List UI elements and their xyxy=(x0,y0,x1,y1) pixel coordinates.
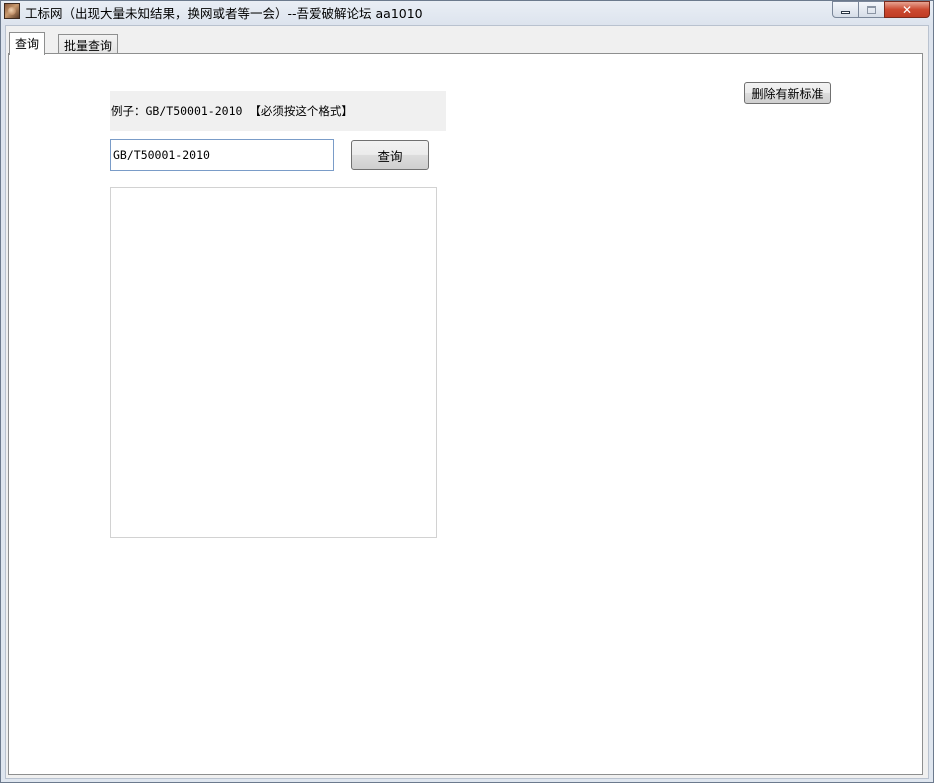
tab-query-label: 查询 xyxy=(15,37,40,51)
caption-buttons: ✕ xyxy=(832,1,930,18)
tab-batch-query-label: 批量查询 xyxy=(64,39,113,53)
maximize-icon xyxy=(867,5,876,14)
tab-batch-query[interactable]: 批量查询 xyxy=(58,34,119,54)
close-icon: ✕ xyxy=(901,2,913,17)
app-icon xyxy=(4,3,20,19)
maximize-button[interactable] xyxy=(858,1,885,18)
query-tab-page: 例子：GB/T50001-2010 【必须按这个格式】 查询 删除有新标准 xyxy=(8,53,923,775)
example-panel: 例子：GB/T50001-2010 【必须按这个格式】 xyxy=(110,91,446,131)
query-button[interactable]: 查询 xyxy=(351,140,429,170)
result-textarea[interactable] xyxy=(110,187,437,538)
title-bar[interactable]: 工标网（出现大量未知结果，换网或者等一会）--吾爱破解论坛 aa1010 ✕ xyxy=(1,1,933,25)
example-label: 例子：GB/T50001-2010 【必须按这个格式】 xyxy=(111,104,353,118)
client-area: 查询 批量查询 例子：GB/T50001-2010 【必须按这个格式】 查询 删… xyxy=(5,25,929,779)
minimize-button[interactable] xyxy=(832,1,859,18)
tab-query[interactable]: 查询 xyxy=(9,32,46,55)
delete-new-standard-button[interactable]: 删除有新标准 xyxy=(744,82,831,104)
app-window: 工标网（出现大量未知结果，换网或者等一会）--吾爱破解论坛 aa1010 ✕ 查… xyxy=(0,0,934,783)
close-button[interactable]: ✕ xyxy=(884,1,930,18)
window-title: 工标网（出现大量未知结果，换网或者等一会）--吾爱破解论坛 aa1010 xyxy=(25,6,423,21)
minimize-icon xyxy=(841,10,850,14)
standard-number-input[interactable] xyxy=(110,139,334,171)
